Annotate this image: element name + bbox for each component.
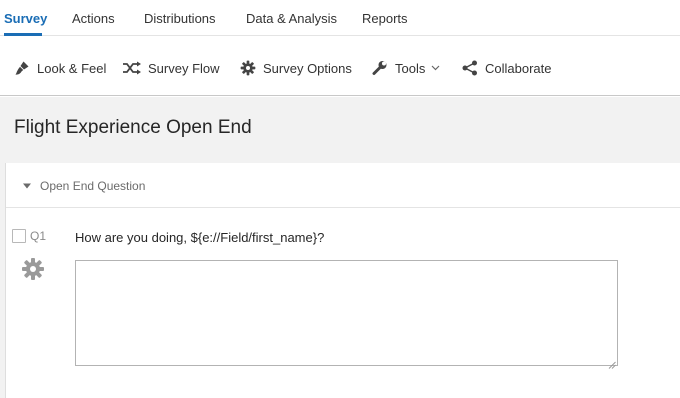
survey-toolbar: Look & Feel Survey Flow Survey Options T… <box>0 37 680 96</box>
tab-actions[interactable]: Actions <box>72 11 115 26</box>
survey-flow-button[interactable]: Survey Flow <box>122 59 220 77</box>
chevron-down-icon <box>431 65 440 71</box>
survey-options-label: Survey Options <box>263 60 352 76</box>
survey-title: Flight Experience Open End <box>14 117 252 138</box>
look-feel-button[interactable]: Look & Feel <box>13 59 106 77</box>
survey-options-button[interactable]: Survey Options <box>239 59 352 77</box>
tab-survey[interactable]: Survey <box>4 11 47 26</box>
question-text[interactable]: How are you doing, ${e://Field/first_nam… <box>75 230 324 245</box>
block-header[interactable]: Open End Question <box>6 163 680 208</box>
paintbrush-icon <box>13 59 31 77</box>
tab-distributions[interactable]: Distributions <box>144 11 216 26</box>
tab-reports[interactable]: Reports <box>362 11 408 26</box>
tools-dropdown[interactable]: Tools <box>371 59 440 77</box>
look-feel-label: Look & Feel <box>37 60 107 76</box>
question-block: Open End Question Q1 How are you doing, … <box>5 163 680 398</box>
gear-icon <box>239 59 257 77</box>
question-select-checkbox[interactable] <box>12 229 26 243</box>
collapse-triangle-icon[interactable] <box>22 183 32 189</box>
share-icon <box>461 59 479 77</box>
survey-editor: Flight Experience Open End Open End Ques… <box>0 97 680 398</box>
resize-grip-icon[interactable] <box>608 356 616 369</box>
tools-label: Tools <box>395 60 426 76</box>
shuffle-icon <box>122 59 142 77</box>
answer-textarea[interactable] <box>75 260 618 366</box>
active-tab-indicator <box>4 33 42 36</box>
top-navigation-tabs: Survey Actions Distributions Data & Anal… <box>0 0 680 36</box>
question-settings-gear-icon[interactable] <box>21 257 45 281</box>
block-title: Open End Question <box>40 179 146 193</box>
collaborate-label: Collaborate <box>485 60 552 76</box>
survey-flow-label: Survey Flow <box>148 60 220 76</box>
collaborate-button[interactable]: Collaborate <box>461 59 552 77</box>
tab-data-analysis[interactable]: Data & Analysis <box>246 11 337 26</box>
question-number: Q1 <box>30 229 47 243</box>
wrench-icon <box>371 59 389 77</box>
